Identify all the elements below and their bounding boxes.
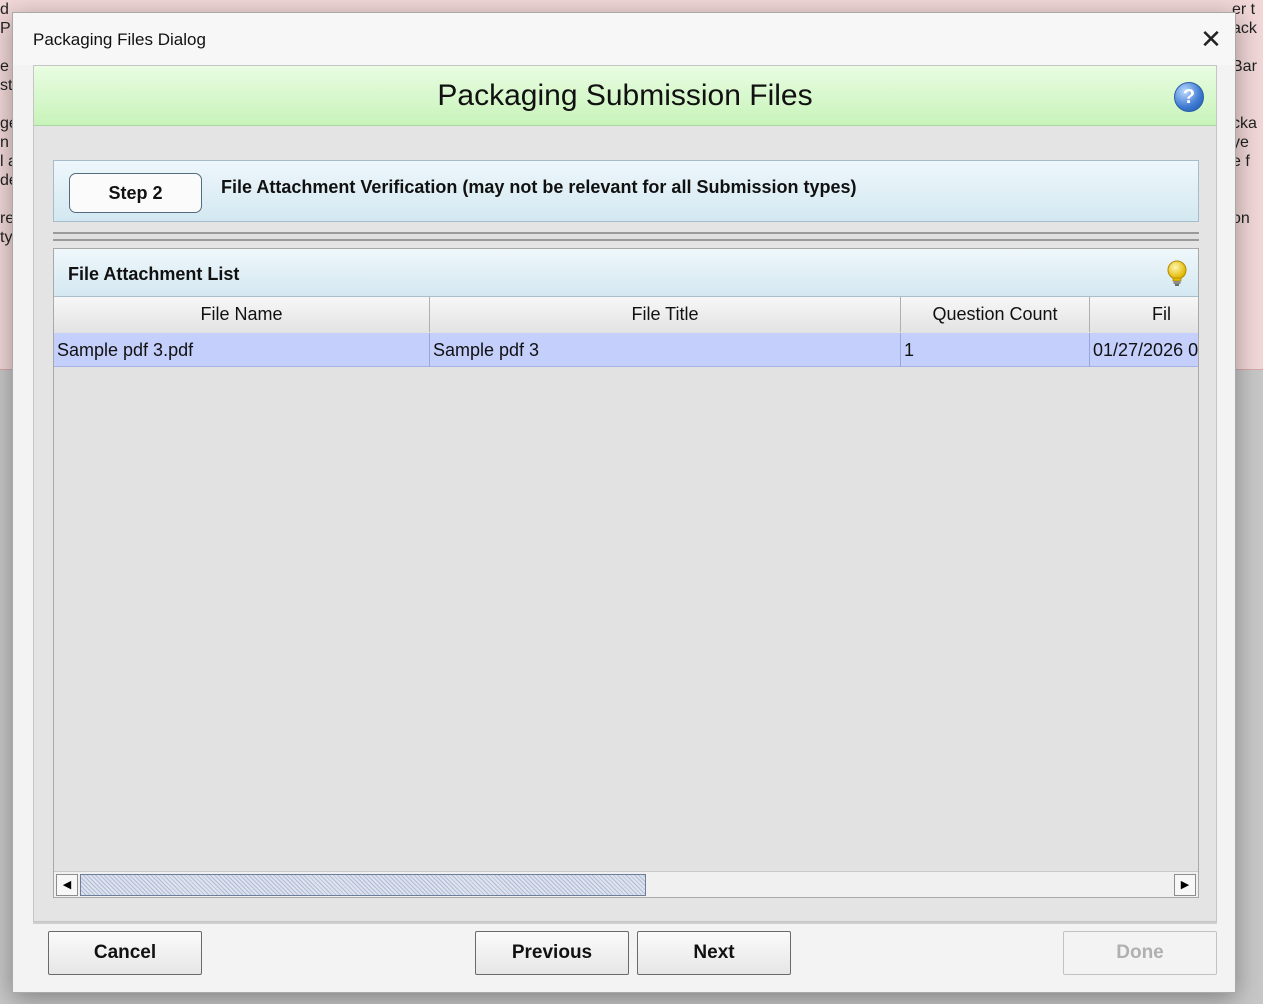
column-header-file-name[interactable]: File Name [54, 297, 430, 332]
next-button[interactable]: Next [637, 931, 791, 975]
bg-text: cka [1232, 115, 1257, 132]
section-divider [53, 232, 1199, 241]
column-header-file-title[interactable]: File Title [430, 297, 901, 332]
bg-text [1232, 190, 1263, 209]
column-header-question-count[interactable]: Question Count [901, 297, 1090, 332]
page-title: Packaging Submission Files [437, 79, 813, 112]
cell-question-count: 1 [901, 333, 1090, 367]
horizontal-scrollbar[interactable]: ◀ ▶ [54, 871, 1198, 897]
footer-divider [33, 922, 1217, 924]
lightbulb-icon[interactable] [1166, 260, 1188, 288]
scroll-right-icon[interactable]: ▶ [1174, 874, 1196, 896]
cell-file-title: Sample pdf 3 [430, 333, 901, 367]
bg-text: on [1232, 210, 1250, 227]
bg-text: ye [1232, 134, 1249, 151]
list-title: File Attachment List [68, 264, 240, 284]
bg-text [1232, 76, 1263, 95]
step-description: File Attachment Verification (may not be… [221, 177, 857, 197]
table-row[interactable]: Sample pdf 3.pdf Sample pdf 3 1 01/27/20… [54, 333, 1198, 367]
dialog-content: Packaging Submission Files ? Step 2 File… [33, 65, 1217, 922]
background-right-text: er t ack Bar cka ye e f on [1232, 0, 1263, 370]
bg-text: ack [1232, 20, 1257, 37]
step-indicator-button[interactable]: Step 2 [69, 173, 202, 213]
bg-text: e f [1232, 153, 1250, 170]
table-header: File Name File Title Question Count Fil [54, 297, 1198, 332]
column-header-file-date[interactable]: Fil [1090, 297, 1198, 332]
cell-file-date: 01/27/2026 0 [1090, 333, 1198, 367]
list-header: File Attachment List [54, 249, 1198, 297]
close-icon[interactable]: ✕ [1193, 21, 1229, 57]
bg-text: Bar [1232, 58, 1257, 75]
step-panel: Step 2 File Attachment Verification (may… [53, 160, 1199, 222]
scrollbar-thumb[interactable] [80, 874, 646, 896]
bg-text [1232, 38, 1263, 57]
done-button[interactable]: Done [1063, 931, 1217, 975]
scroll-left-icon[interactable]: ◀ [56, 874, 78, 896]
help-icon[interactable]: ? [1174, 82, 1204, 112]
cancel-button[interactable]: Cancel [48, 931, 202, 975]
packaging-files-dialog: Packaging Files Dialog ✕ Packaging Submi… [12, 12, 1236, 993]
dialog-title: Packaging Files Dialog [33, 30, 206, 49]
file-attachment-list-panel: File Attachment List File Name File Titl… [53, 248, 1199, 898]
bg-text [1232, 228, 1263, 247]
bg-text [1232, 95, 1263, 114]
previous-button[interactable]: Previous [475, 931, 629, 975]
bg-text: er t [1232, 1, 1256, 18]
bg-text [1232, 171, 1263, 190]
dialog-titlebar[interactable]: Packaging Files Dialog ✕ [13, 13, 1235, 65]
cell-file-name: Sample pdf 3.pdf [54, 333, 430, 367]
heading-banner: Packaging Submission Files ? [34, 66, 1216, 126]
